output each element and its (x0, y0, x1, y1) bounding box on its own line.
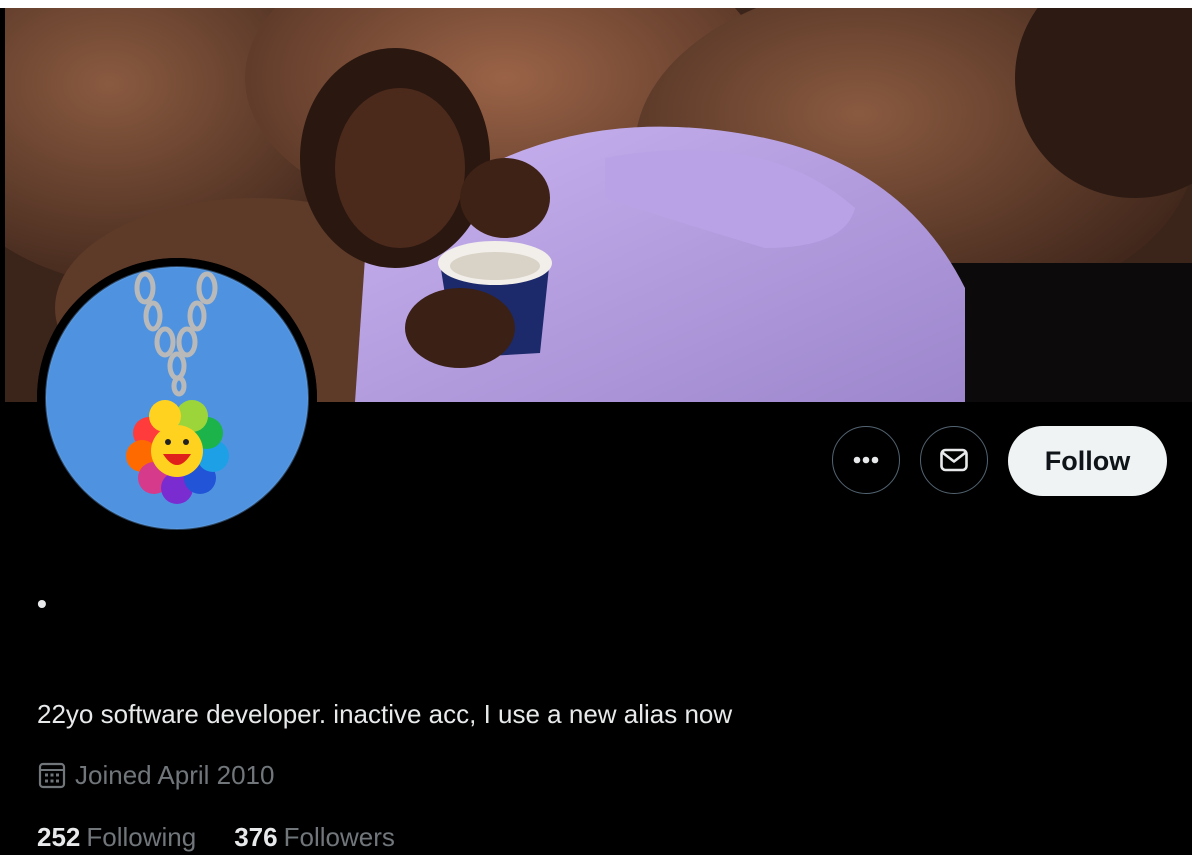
follow-button[interactable]: Follow (1008, 426, 1167, 496)
avatar-image (37, 258, 317, 538)
profile-display-name: • (37, 588, 47, 619)
joined-text: Joined April 2010 (75, 760, 275, 790)
following-count: 252 (37, 822, 81, 852)
top-edge (0, 0, 1192, 8)
more-button[interactable] (832, 426, 900, 494)
more-horizontal-icon (852, 455, 880, 465)
followers-count: 376 (234, 822, 278, 852)
calendar-icon (37, 760, 67, 790)
profile-bio: 22yo software developer. inactive acc, I… (37, 699, 733, 729)
message-button[interactable] (920, 426, 988, 494)
profile-joined-date: Joined April 2010 (37, 758, 274, 792)
following-link[interactable]: 252 Following (37, 820, 196, 854)
profile-avatar[interactable] (37, 258, 317, 538)
profile-stats: 252 Following 376 Followers (37, 820, 433, 854)
followers-label: Followers (283, 822, 395, 852)
envelope-icon (939, 447, 969, 473)
following-label: Following (86, 822, 197, 852)
followers-link[interactable]: 376 Followers (234, 820, 395, 854)
